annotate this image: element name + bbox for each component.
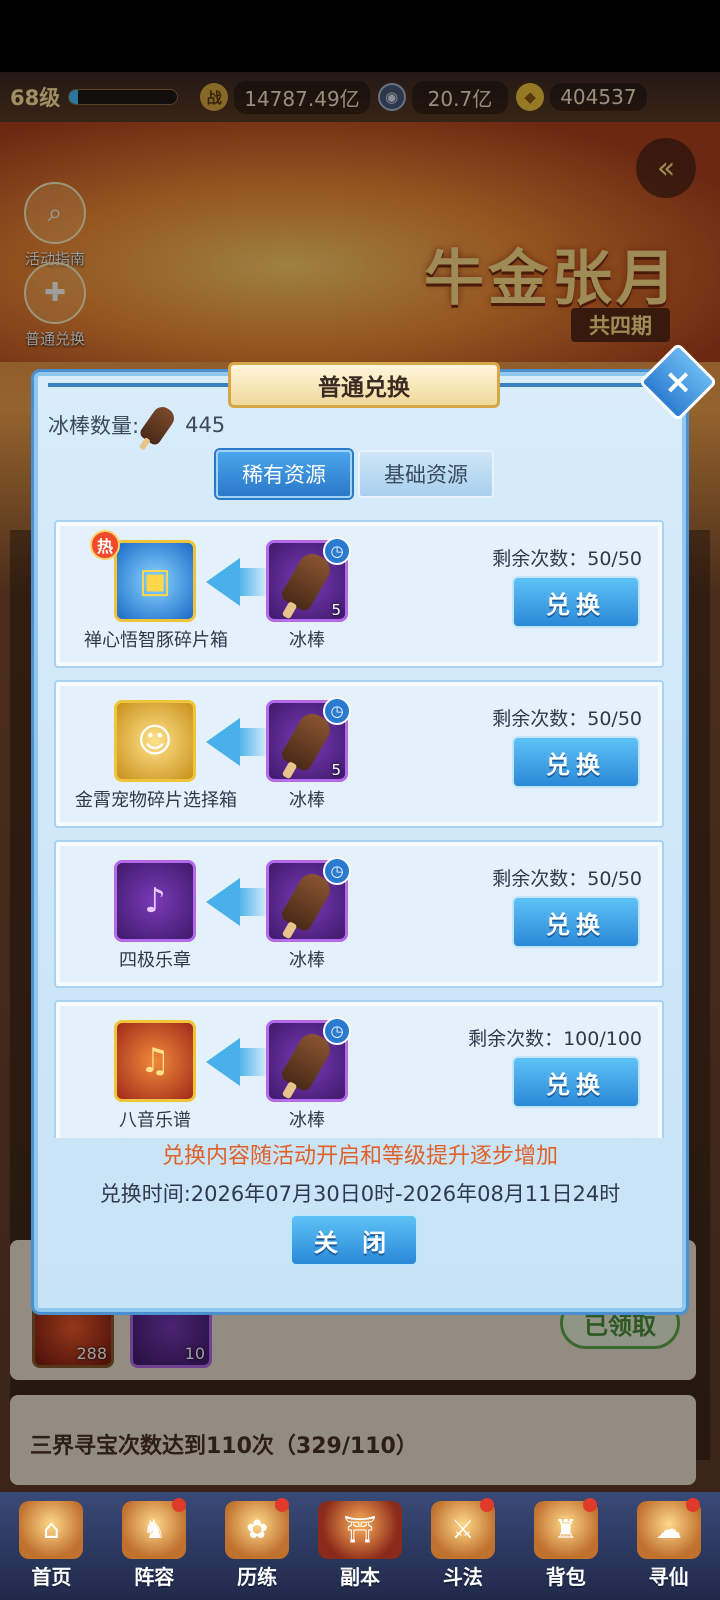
nav-label: 首页	[31, 1565, 72, 1589]
nav-label: 斗法	[442, 1565, 483, 1589]
currency-row: 冰棒数量: 445	[48, 403, 226, 447]
popsicle-item-icon[interactable]: ◷ 5	[266, 537, 351, 622]
notification-dot	[171, 1498, 186, 1512]
exchange-button[interactable]: 兑换	[512, 576, 640, 628]
exchange-dialog: 普通兑换 冰棒数量: 445 稀有资源 基础资源 ▣ 热 禅心悟智豚碎片箱 ◷ …	[34, 362, 686, 1312]
cost-item-name: 冰棒	[289, 1110, 325, 1131]
bottom-nav: ⌂ 首页 ♞ 阵容 ✿ 历练 ⛩ 副本 ⚔ 斗法 ♜ 背包 ☁ 寻仙	[0, 1492, 720, 1600]
pet-glyph: ☺	[137, 721, 173, 761]
nav-home[interactable]: ⌂ 首页	[0, 1492, 103, 1600]
pet-chest-icon[interactable]: ☺	[114, 700, 196, 782]
nav-label: 背包	[545, 1565, 586, 1589]
exchange-button[interactable]: 兑换	[512, 1056, 640, 1108]
cost-item-name: 冰棒	[289, 630, 325, 651]
cost-item-name: 冰棒	[289, 790, 325, 811]
notification-dot	[274, 1498, 289, 1512]
exchange-button[interactable]: 兑换	[512, 736, 640, 788]
close-button[interactable]: 关 闭	[290, 1214, 418, 1266]
nav-seek-immortal[interactable]: ☁ 寻仙	[617, 1492, 720, 1600]
cost-quantity: 5	[331, 601, 341, 619]
nav-label: 寻仙	[648, 1565, 689, 1589]
remaining-count: 剩余次数：50/50	[492, 868, 642, 890]
nav-lineup[interactable]: ♞ 阵容	[103, 1492, 206, 1600]
dialog-header: 普通兑换	[38, 362, 690, 408]
exchange-row: ▣ 热 禅心悟智豚碎片箱 ◷ 5 冰棒 剩余次数：50/50 兑换	[54, 520, 664, 668]
clock-icon: ◷	[323, 537, 351, 565]
nav-label: 阵容	[134, 1565, 175, 1589]
nav-training[interactable]: ✿ 历练	[206, 1492, 309, 1600]
remaining-count: 剩余次数：50/50	[492, 708, 642, 730]
remaining-count: 剩余次数：50/50	[492, 548, 642, 570]
reward-name: 禅心悟智豚碎片箱	[84, 630, 228, 651]
score-glyph: ♫	[139, 1041, 171, 1081]
hot-badge: 热	[90, 530, 120, 560]
nav-dungeon[interactable]: ⛩ 副本	[309, 1492, 412, 1600]
arrow-left-icon	[206, 878, 240, 926]
treasure-chest-icon[interactable]: ▣	[114, 540, 196, 622]
tab-rare-resources[interactable]: 稀有资源	[216, 450, 352, 498]
exchange-time: 兑换时间:2026年07月30日0时-2026年08月11日24时	[99, 1182, 621, 1206]
arrow-left-icon	[206, 718, 240, 766]
nav-label: 副本	[340, 1565, 380, 1589]
exchange-row: ♫ 八音乐谱 ◷ 冰棒 剩余次数：100/100 兑换	[54, 1000, 664, 1138]
tab-basic-resources[interactable]: 基础资源	[358, 450, 494, 498]
nav-battle[interactable]: ⚔ 斗法	[411, 1492, 514, 1600]
reward-name: 四极乐章	[119, 950, 191, 971]
currency-count: 445	[185, 413, 226, 437]
header-ribbon-left	[48, 383, 228, 387]
dialog-title: 普通兑换	[228, 362, 500, 408]
home-icon: ⌂	[19, 1501, 84, 1559]
popsicle-icon	[138, 403, 178, 447]
music-score-icon[interactable]: ♫	[114, 1020, 196, 1102]
arrow-left-icon	[206, 558, 240, 606]
popsicle-item-icon[interactable]: ◷ 5	[266, 697, 351, 782]
reward-name: 金霄宠物碎片选择箱	[75, 790, 237, 811]
exchange-button[interactable]: 兑换	[512, 896, 640, 948]
book-glyph: ♪	[144, 881, 166, 921]
dungeon-icon: ⛩	[318, 1501, 402, 1559]
clock-icon: ◷	[323, 1017, 351, 1045]
music-book-icon[interactable]: ♪	[114, 860, 196, 942]
cost-item-name: 冰棒	[289, 950, 325, 971]
remaining-count: 剩余次数：100/100	[468, 1028, 642, 1050]
notification-dot	[686, 1498, 701, 1512]
cost-quantity: 5	[331, 761, 341, 779]
clock-icon: ◷	[323, 857, 351, 885]
popsicle-item-icon[interactable]: ◷	[266, 1017, 351, 1102]
game-screen: 68级 战 14787.49亿 ◉ 20.7亿 ◆ 404537 牛金张月 共四…	[0, 0, 720, 1600]
nav-bag[interactable]: ♜ 背包	[514, 1492, 617, 1600]
chest-glyph: ▣	[138, 561, 172, 601]
popsicle-item-icon[interactable]: ◷	[266, 857, 351, 942]
exchange-note: 兑换内容随活动开启和等级提升逐步增加	[161, 1144, 558, 1169]
exchange-row: ♪ 四极乐章 ◷ 冰棒 剩余次数：50/50 兑换	[54, 840, 664, 988]
arrow-left-icon	[206, 1038, 240, 1086]
currency-label: 冰棒数量:	[48, 414, 140, 438]
nav-label: 历练	[237, 1565, 278, 1589]
resource-tabs: 稀有资源 基础资源	[216, 450, 494, 498]
exchange-list[interactable]: ▣ 热 禅心悟智豚碎片箱 ◷ 5 冰棒 剩余次数：50/50 兑换 ☺ 金霄宠物…	[44, 512, 678, 1138]
clock-icon: ◷	[323, 697, 351, 725]
reward-name: 八音乐谱	[119, 1110, 191, 1131]
exchange-row: ☺ 金霄宠物碎片选择箱 ◷ 5 冰棒 剩余次数：50/50 兑换	[54, 680, 664, 828]
